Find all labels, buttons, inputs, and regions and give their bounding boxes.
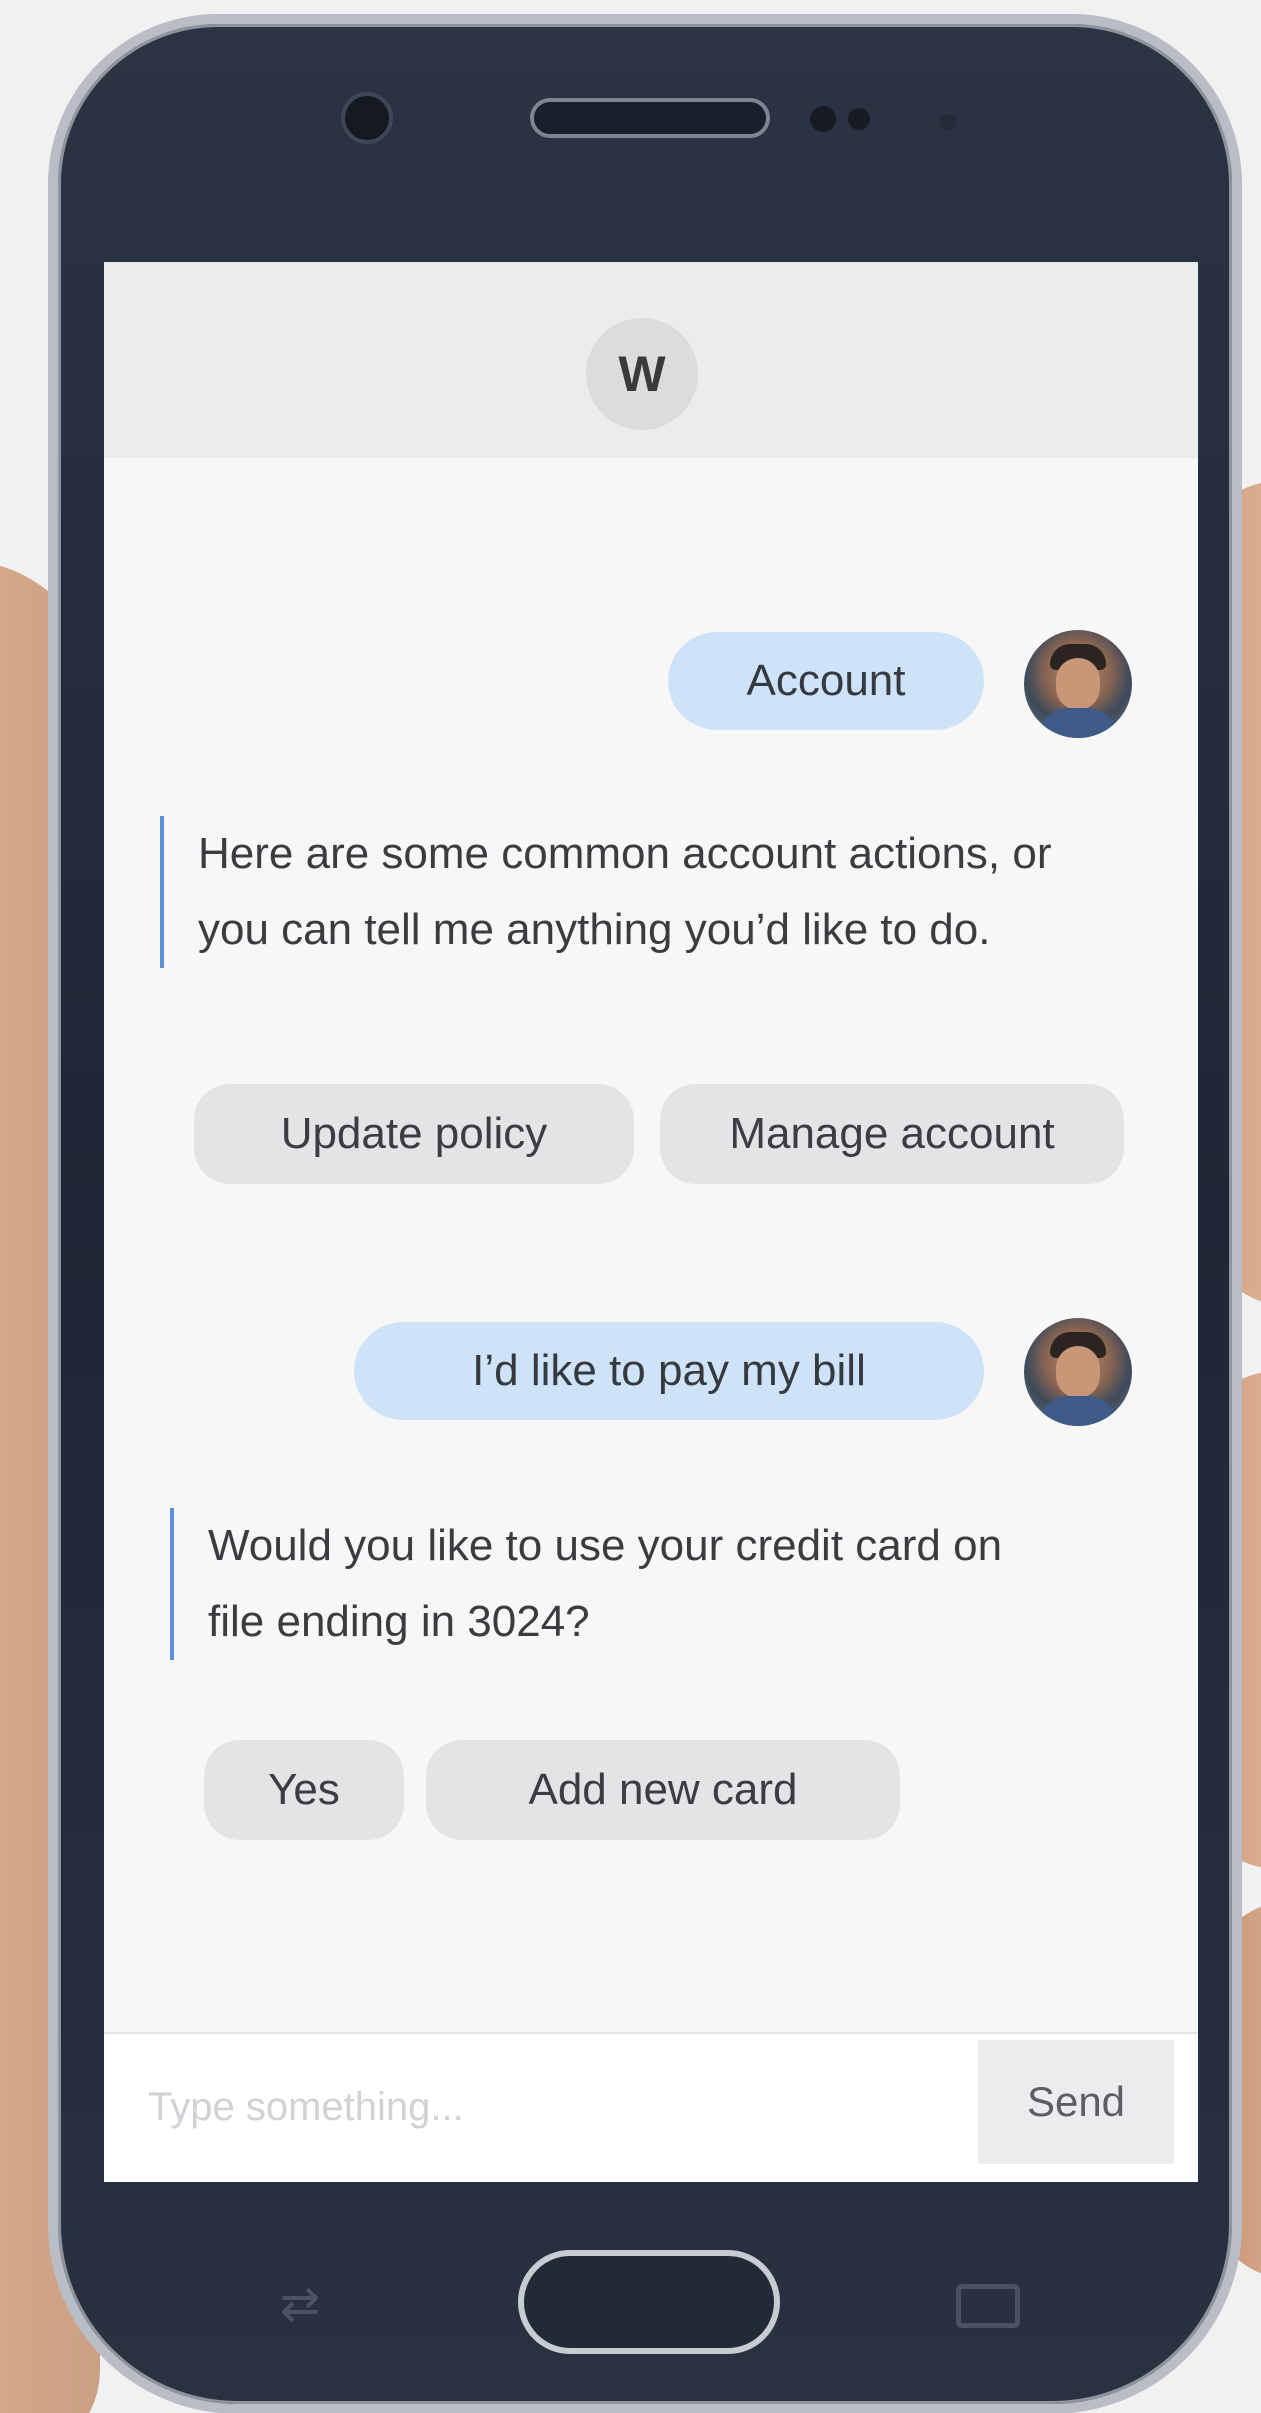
chat-header: W [104, 262, 1198, 458]
quick-reply-yes[interactable]: Yes [204, 1740, 404, 1840]
camera-icon [341, 92, 393, 144]
user-message-bubble: Account [668, 632, 984, 730]
quick-reply-manage-account[interactable]: Manage account [660, 1084, 1124, 1184]
speaker-grille-icon [530, 98, 770, 138]
recent-apps-icon[interactable] [956, 2284, 1020, 2328]
sensor [940, 114, 956, 130]
user-avatar-icon [1024, 630, 1132, 738]
user-message-bubble: I’d like to pay my bill [354, 1322, 984, 1420]
quick-reply-add-new-card[interactable]: Add new card [426, 1740, 900, 1840]
home-button-icon[interactable] [518, 2250, 780, 2354]
user-avatar-icon [1024, 1318, 1132, 1426]
bot-message: Here are some common account actions, or… [160, 816, 1058, 968]
chat-screen: W Account Here are some common account a… [104, 262, 1198, 2182]
scene: ⇄ W Account Here are some common account… [0, 0, 1261, 2413]
sensor [810, 106, 836, 132]
sensor [848, 108, 870, 130]
message-input[interactable]: Type something... [148, 2072, 908, 2142]
bot-logo: W [586, 318, 698, 430]
message-input-bar: Type something... Send [104, 2032, 1198, 2182]
back-nav-icon[interactable]: ⇄ [272, 2280, 328, 2330]
bot-message: Would you like to use your credit card o… [170, 1508, 1028, 1660]
send-button[interactable]: Send [978, 2040, 1174, 2164]
quick-reply-update-policy[interactable]: Update policy [194, 1084, 634, 1184]
